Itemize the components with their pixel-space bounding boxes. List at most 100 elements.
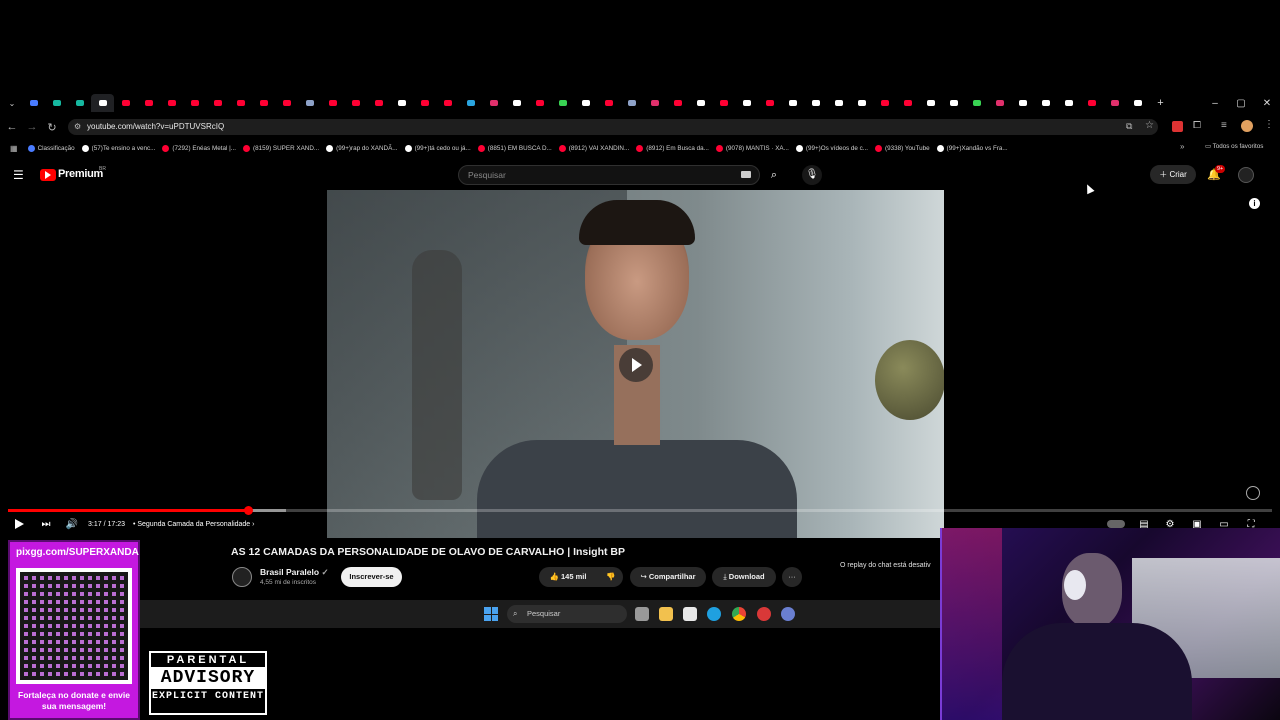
dislike-button[interactable]: 👎 — [599, 567, 623, 587]
browser-tab[interactable] — [666, 94, 689, 112]
browser-tab[interactable] — [758, 94, 781, 112]
browser-tab[interactable] — [367, 94, 390, 112]
browser-tab[interactable] — [1034, 94, 1057, 112]
all-bookmarks-folder[interactable]: ▭ Todos os favoritos — [1205, 143, 1263, 150]
chrome-icon[interactable] — [732, 607, 746, 621]
browser-tab[interactable] — [505, 94, 528, 112]
extensions-puzzle-icon[interactable]: ⧠ — [1193, 120, 1201, 131]
browser-tab[interactable] — [965, 94, 988, 112]
browser-tab[interactable] — [896, 94, 919, 112]
browser-tab[interactable] — [1126, 94, 1149, 112]
app-icon[interactable] — [757, 607, 771, 621]
channel-name[interactable]: Brasil Paralelo ✓ — [260, 567, 329, 578]
bookmark-item[interactable]: (57)Te ensino a venc... — [81, 144, 155, 152]
browser-tab[interactable] — [620, 94, 643, 112]
minimize-button[interactable]: – — [1202, 94, 1228, 112]
bookmark-item[interactable]: (9338) YouTube — [875, 144, 930, 152]
browser-tab[interactable] — [459, 94, 482, 112]
bookmark-item[interactable]: Classificação — [27, 144, 75, 152]
browser-tab[interactable] — [45, 94, 68, 112]
address-bar[interactable]: ⚙ youtube.com/watch?v=uPDTUVSRcIQ — [68, 119, 1158, 135]
channel-watermark-icon[interactable] — [1246, 486, 1260, 500]
browser-tab[interactable] — [482, 94, 505, 112]
tab-search-button[interactable]: ⌄ — [2, 94, 22, 112]
site-info-icon[interactable]: ⚙ — [74, 119, 81, 135]
bookmark-item[interactable]: (8912) VAI XANDIN... — [558, 144, 629, 152]
store-icon[interactable] — [683, 607, 697, 621]
browser-tab[interactable] — [275, 94, 298, 112]
browser-tab[interactable] — [919, 94, 942, 112]
keyboard-icon[interactable] — [741, 171, 751, 178]
create-button[interactable]: ＋ Criar — [1150, 165, 1196, 184]
browser-tab[interactable] — [344, 94, 367, 112]
browser-tab[interactable] — [229, 94, 252, 112]
browser-tab[interactable] — [390, 94, 413, 112]
browser-tab[interactable] — [597, 94, 620, 112]
browser-tab[interactable] — [298, 94, 321, 112]
back-icon[interactable]: ← — [2, 116, 22, 138]
settings-app-icon[interactable] — [781, 607, 795, 621]
more-bookmarks-icon[interactable]: » — [1180, 142, 1184, 151]
voice-search-icon[interactable]: 🎙 — [802, 165, 822, 185]
browser-tab[interactable] — [804, 94, 827, 112]
browser-tab[interactable] — [689, 94, 712, 112]
menu-kebab-icon[interactable]: ⋮ — [1264, 119, 1274, 130]
play-icon[interactable] — [12, 517, 26, 531]
forward-icon[interactable]: → — [22, 116, 42, 138]
browser-tab[interactable] — [735, 94, 758, 112]
browser-tab[interactable] — [850, 94, 873, 112]
subscribe-button[interactable]: Inscrever-se — [341, 567, 402, 587]
bookmark-item[interactable]: (8912) Em Busca da... — [636, 144, 709, 152]
browser-tab[interactable] — [206, 94, 229, 112]
bookmark-item[interactable]: (8851) EM BUSCA D... — [477, 144, 552, 152]
apps-grid-icon[interactable]: ▦ — [10, 144, 18, 153]
progress-bar[interactable] — [8, 506, 1272, 515]
browser-tab[interactable] — [1080, 94, 1103, 112]
browser-tab[interactable] — [942, 94, 965, 112]
task-view-icon[interactable] — [635, 607, 649, 621]
browser-tab[interactable] — [413, 94, 436, 112]
browser-tab[interactable] — [137, 94, 160, 112]
browser-tab[interactable] — [183, 94, 206, 112]
browser-tab[interactable] — [1057, 94, 1080, 112]
browser-tab[interactable] — [160, 94, 183, 112]
account-avatar[interactable] — [1238, 167, 1254, 183]
taskbar-search[interactable]: ⌕ Pesquisar — [507, 605, 627, 623]
bookmark-item[interactable]: (8159) SUPER XAND... — [242, 144, 319, 152]
file-explorer-icon[interactable] — [659, 607, 673, 621]
browser-tab[interactable] — [643, 94, 666, 112]
youtube-logo-text[interactable]: Premium — [58, 168, 103, 180]
media-control-icon[interactable]: ≡ — [1221, 120, 1227, 131]
next-icon[interactable]: ⏭ — [39, 517, 53, 531]
bookmark-star-icon[interactable]: ☆ — [1145, 120, 1154, 131]
bookmark-item[interactable]: (99+)tá cedo ou já... — [404, 144, 471, 152]
search-input[interactable]: Pesquisar — [458, 165, 760, 185]
browser-tab[interactable] — [1103, 94, 1126, 112]
bookmark-item[interactable]: (7292) Enéas Metal |... — [162, 144, 236, 152]
youtube-logo-icon[interactable] — [40, 169, 56, 181]
hamburger-menu-icon[interactable]: ☰ — [13, 168, 24, 182]
volume-icon[interactable]: 🔊 — [64, 517, 80, 531]
play-overlay-icon[interactable] — [619, 348, 653, 382]
browser-tab[interactable] — [321, 94, 344, 112]
close-window-button[interactable]: ✕ — [1254, 94, 1280, 112]
browser-tab[interactable] — [91, 94, 114, 112]
info-icon[interactable]: i — [1249, 198, 1260, 209]
browser-tab[interactable] — [528, 94, 551, 112]
browser-tab[interactable] — [114, 94, 137, 112]
profile-avatar[interactable] — [1241, 120, 1253, 132]
browser-tab[interactable] — [22, 94, 45, 112]
bookmark-item[interactable]: (99+)Xandão vs Fra... — [936, 144, 1008, 152]
channel-avatar[interactable] — [232, 567, 252, 587]
edge-icon[interactable] — [707, 607, 721, 621]
browser-tab[interactable] — [873, 94, 896, 112]
like-button[interactable]: 👍 145 mil — [539, 567, 597, 587]
extension-icon[interactable] — [1172, 121, 1183, 132]
bookmark-item[interactable]: (99+)rap do XANDÃ... — [326, 144, 398, 152]
browser-tab[interactable] — [712, 94, 735, 112]
share-button[interactable]: ↪ Compartilhar — [630, 567, 706, 587]
more-actions-button[interactable]: ··· — [782, 567, 802, 587]
scrubber-handle[interactable] — [244, 506, 254, 515]
install-app-icon[interactable]: ⧉ — [1126, 121, 1132, 132]
bookmark-item[interactable]: (99+)Os vídeos de c... — [795, 144, 868, 152]
